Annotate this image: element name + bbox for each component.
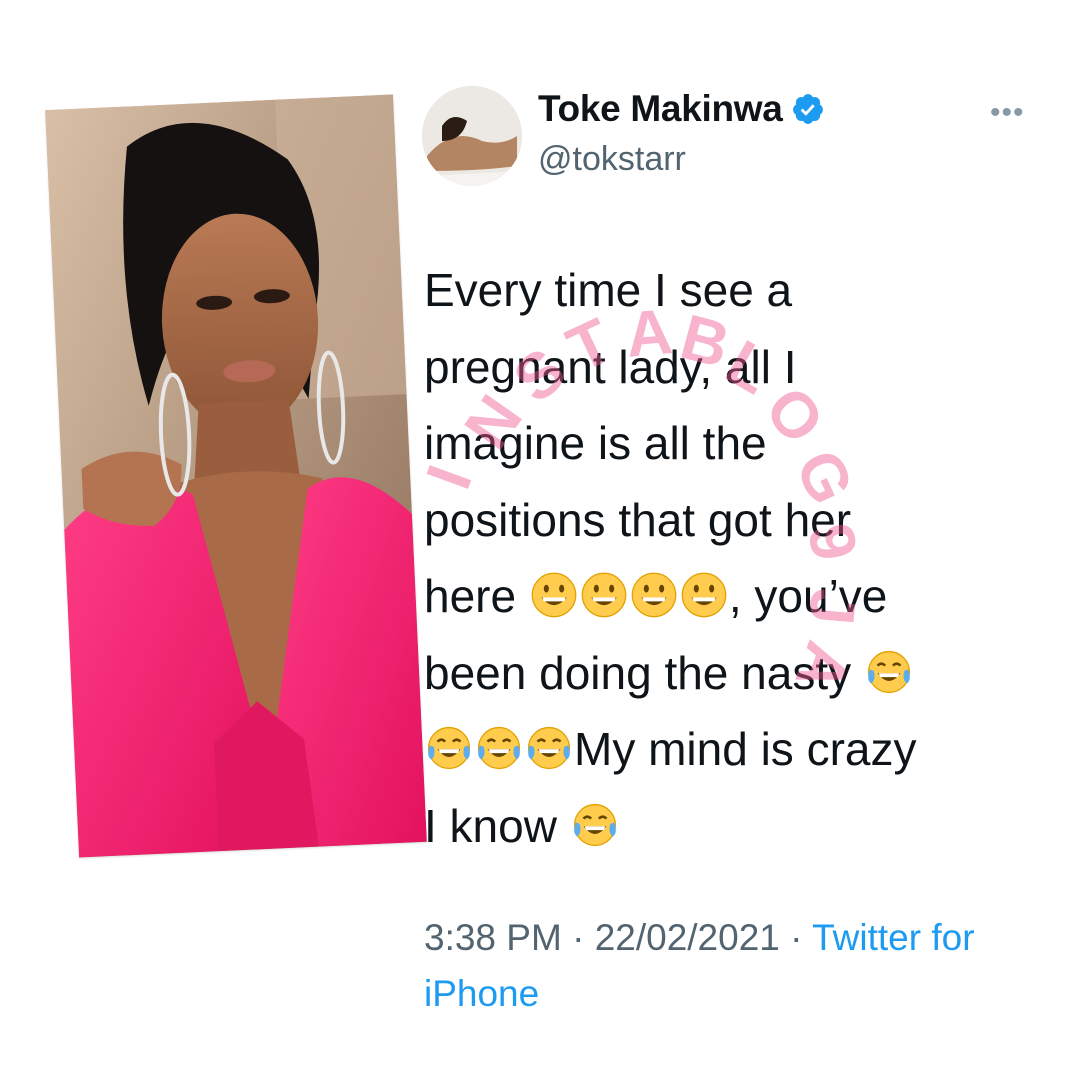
verified-badge-icon (792, 94, 823, 124)
grinning-face-icon (531, 572, 577, 618)
tears-of-joy-icon (527, 726, 571, 770)
tears-of-joy-icon (867, 650, 910, 693)
tears-of-joy-icon (427, 726, 471, 770)
tears-of-joy-icon (573, 803, 616, 846)
author-name-row: Toke Makinwa (538, 88, 825, 130)
tweet-text: Every time I see a pregnant lady, all I … (424, 252, 1044, 864)
grinning-face-icon (681, 572, 727, 618)
handle[interactable]: @tokstarr (538, 140, 686, 179)
avatar[interactable] (422, 86, 522, 186)
meta-separator: · (572, 917, 585, 958)
tears-of-joy-icon (477, 726, 521, 770)
more-options-icon[interactable]: ••• (990, 96, 1025, 130)
tweet-date[interactable]: 22/02/2021 (595, 917, 780, 958)
tweet-time[interactable]: 3:38 PM (424, 917, 562, 958)
profile-photo (45, 94, 427, 858)
tweet-meta: 3:38 PM · 22/02/2021 · Twitter for iPhon… (424, 910, 1064, 1022)
grinning-face-icon (581, 572, 627, 618)
display-name[interactable]: Toke Makinwa (538, 88, 783, 130)
grinning-face-icon (631, 572, 677, 618)
meta-separator: · (790, 917, 803, 958)
tweet-text-part-1: Every time I see a pregnant lady, all I … (424, 264, 852, 622)
